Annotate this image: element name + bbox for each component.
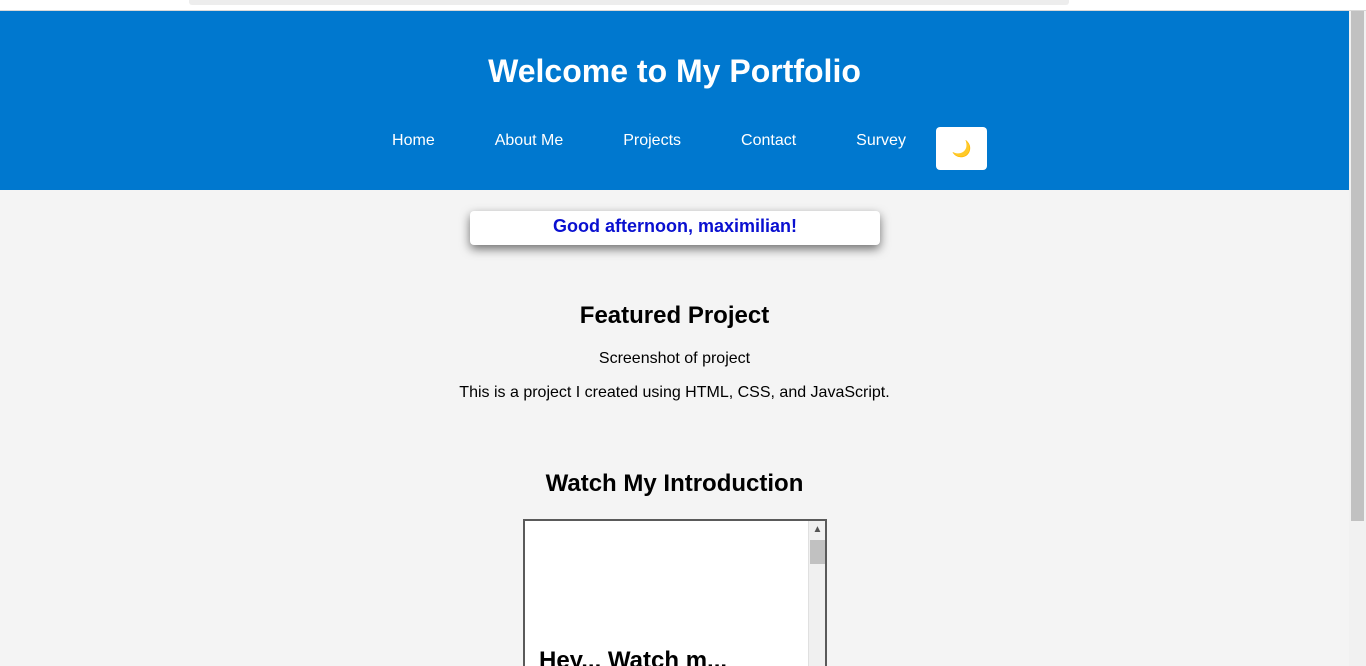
frame-scroll-thumb[interactable] — [810, 540, 825, 564]
greeting-banner: Good afternoon, maximilian! — [470, 211, 880, 245]
featured-project-title: Featured Project — [579, 302, 770, 329]
frame-scrollbar[interactable]: ▲ ▼ — [808, 521, 825, 666]
scroll-up-icon[interactable]: ▲ — [809, 521, 825, 538]
nav-home[interactable]: Home — [392, 127, 435, 155]
window-scrollbar[interactable] — [1349, 11, 1366, 666]
featured-project-image: Screenshot of project — [598, 350, 751, 367]
nav-contact[interactable]: Contact — [741, 127, 796, 155]
window-scroll-thumb[interactable] — [1351, 11, 1364, 521]
main-nav: Home About Me Projects Contact Survey 🌙 — [0, 127, 1349, 170]
site-title: Welcome to My Portfolio — [488, 53, 861, 89]
intro-title: Watch My Introduction — [545, 470, 804, 497]
nav-survey[interactable]: Survey — [856, 127, 906, 155]
address-bar-edge — [189, 0, 1069, 5]
theme-toggle-button[interactable]: 🌙 — [935, 127, 987, 170]
browser-top-strip — [0, 0, 1366, 11]
nav-projects[interactable]: Projects — [623, 127, 681, 155]
featured-project-description: This is a project I created using HTML, … — [459, 384, 890, 401]
nav-about-me[interactable]: About Me — [495, 127, 563, 155]
intro-frame-heading: Hey... Watch m... — [539, 647, 728, 666]
intro-video-frame[interactable]: Hey... Watch m... ▲ ▼ — [523, 519, 827, 666]
site-header: Welcome to My Portfolio Home About Me Pr… — [0, 11, 1349, 190]
moon-icon: 🌙 — [951, 140, 972, 158]
page: Welcome to My Portfolio Home About Me Pr… — [0, 11, 1349, 666]
